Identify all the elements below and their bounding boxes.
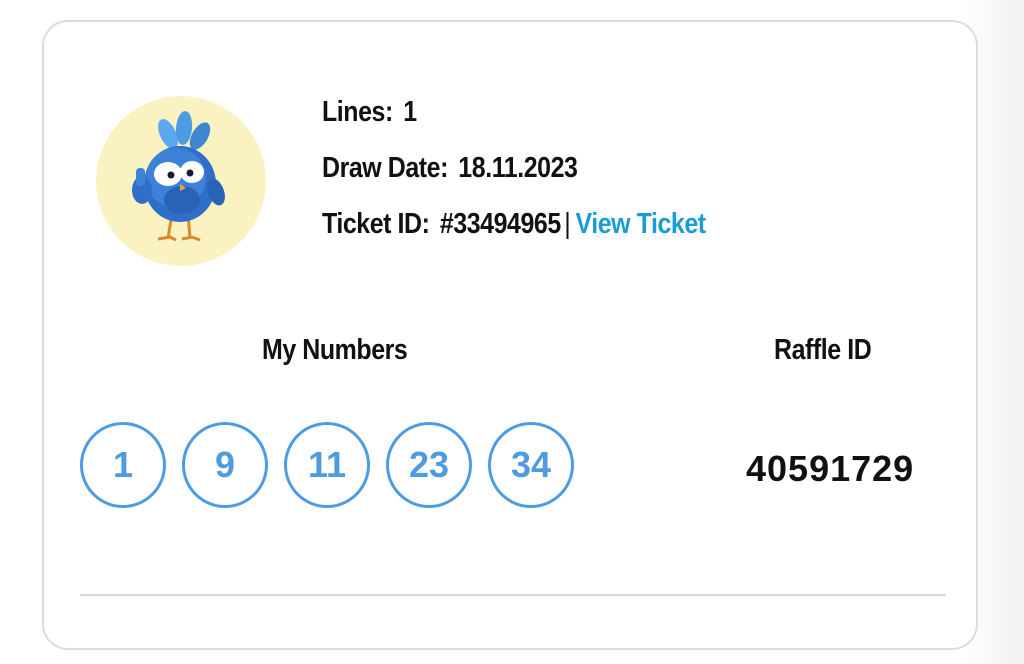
draw-date-row: Draw Date: 18.11.2023 bbox=[322, 140, 706, 196]
ticket-id-row: Ticket ID: #33494965 | View Ticket bbox=[322, 196, 706, 252]
ticket-id-value: #33494965 bbox=[439, 208, 561, 240]
raffle-id-value: 40591729 bbox=[746, 448, 915, 489]
separator: | bbox=[564, 208, 571, 240]
number-balls: 1 9 11 23 34 bbox=[80, 422, 574, 508]
lines-row: Lines: 1 bbox=[322, 84, 706, 140]
view-ticket-link[interactable]: View Ticket bbox=[575, 208, 706, 240]
draw-date-value: 18.11.2023 bbox=[458, 152, 578, 184]
number-ball: 1 bbox=[80, 422, 166, 508]
page: Lines: 1 Draw Date: 18.11.2023 Ticket ID: #… bbox=[0, 0, 1024, 664]
avatar bbox=[96, 96, 266, 266]
raffle-id-heading: Raffle ID bbox=[774, 334, 872, 366]
number-ball: 34 bbox=[488, 422, 574, 508]
draw-date-label: Draw Date: bbox=[322, 152, 448, 184]
lines-label: Lines: bbox=[322, 96, 393, 128]
number-ball: 23 bbox=[386, 422, 472, 508]
number-ball: 11 bbox=[284, 422, 370, 508]
divider bbox=[80, 594, 946, 596]
ticket-card: Lines: 1 Draw Date: 18.11.2023 Ticket ID: #… bbox=[42, 20, 978, 650]
ticket-id-label: Ticket ID: bbox=[322, 208, 430, 240]
lines-value: 1 bbox=[403, 96, 417, 128]
bird-mascot-thumbs-up-icon bbox=[132, 111, 225, 242]
my-numbers-heading: My Numbers bbox=[262, 334, 408, 366]
ticket-info: Lines: 1 Draw Date: 18.11.2023 Ticket ID: #… bbox=[322, 84, 706, 252]
number-ball: 9 bbox=[182, 422, 268, 508]
